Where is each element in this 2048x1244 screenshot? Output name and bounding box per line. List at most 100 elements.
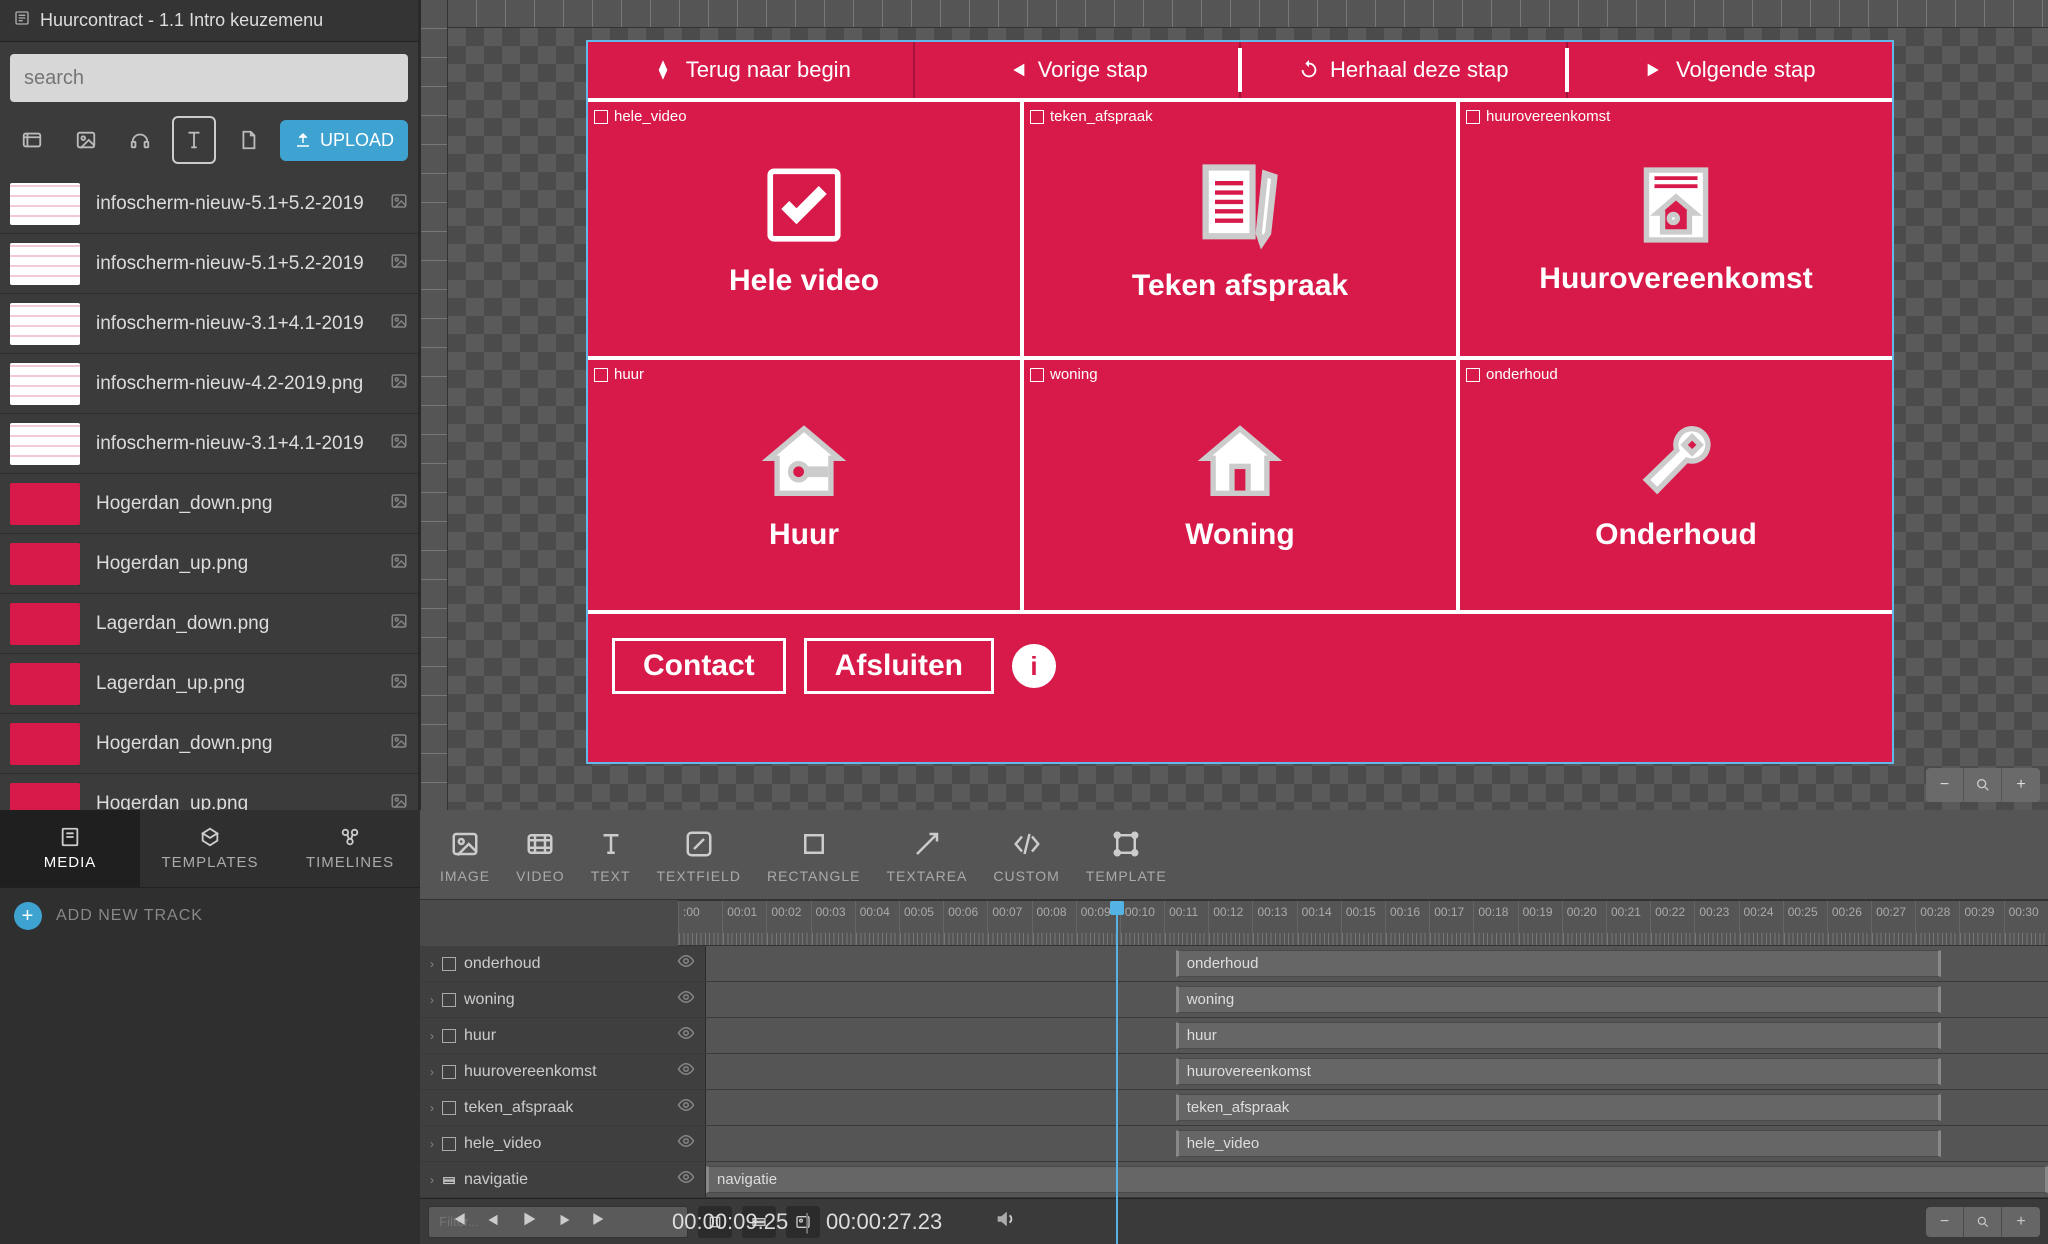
asset-name: infoscherm-nieuw-5.1+5.2-2019	[96, 193, 384, 215]
clip[interactable]: onderhoud	[1176, 950, 1941, 977]
tab-media[interactable]: MEDIA	[0, 810, 140, 887]
zoom-out-button[interactable]: −	[1926, 768, 1964, 802]
asset-name: infoscherm-nieuw-3.1+4.1-2019	[96, 433, 384, 455]
tl-zoom-out[interactable]: −	[1926, 1207, 1964, 1237]
track-head[interactable]: › huurovereenkomst	[420, 1054, 706, 1089]
track-head[interactable]: › teken_afspraak	[420, 1090, 706, 1125]
text-tab-icon[interactable]	[172, 116, 216, 164]
asset-item[interactable]: Hogerdan_up.png	[0, 534, 418, 594]
tool-template[interactable]: TEMPLATE	[1086, 826, 1167, 884]
asset-name: infoscherm-nieuw-5.1+5.2-2019	[96, 253, 384, 275]
info-icon[interactable]: i	[1012, 644, 1056, 688]
zoom-in-button[interactable]: +	[2002, 768, 2040, 802]
asset-item[interactable]: Lagerdan_down.png	[0, 594, 418, 654]
cell-onderhoud[interactable]: onderhoud Onderhoud	[1460, 360, 1892, 610]
volume-icon[interactable]	[994, 1208, 1016, 1236]
video-tab-icon[interactable]	[10, 116, 54, 164]
track-row[interactable]: › onderhoud onderhoud	[420, 946, 2048, 982]
track-head[interactable]: › onderhoud	[420, 946, 706, 981]
nav-begin[interactable]: Terug naar begin	[588, 42, 915, 98]
cell-huur[interactable]: huur Huur	[588, 360, 1024, 610]
asset-item[interactable]: infoscherm-nieuw-5.1+5.2-2019	[0, 234, 418, 294]
clip[interactable]: huurovereenkomst	[1176, 1058, 1941, 1085]
eye-icon[interactable]	[677, 1060, 695, 1083]
track-row[interactable]: › navigatie navigatie	[420, 1162, 2048, 1198]
eye-icon[interactable]	[677, 1168, 695, 1191]
chevron-right-icon: ›	[430, 1173, 434, 1187]
clip[interactable]: hele_video	[1176, 1130, 1941, 1157]
track-row[interactable]: › hele_video hele_video	[420, 1126, 2048, 1162]
time-total: 00:00:27.23	[826, 1209, 942, 1235]
step-fwd-button[interactable]	[556, 1209, 574, 1235]
track-row[interactable]: › woning woning	[420, 982, 2048, 1018]
close-button[interactable]: Afsluiten	[804, 638, 994, 694]
tool-textfield[interactable]: TEXTFIELD	[656, 826, 740, 884]
tl-zoom-in[interactable]: +	[2002, 1207, 2040, 1237]
nav-next[interactable]: Volgende stap	[1568, 42, 1893, 98]
clip[interactable]: navigatie	[706, 1166, 2048, 1193]
track-name: onderhoud	[464, 955, 541, 973]
nav-repeat[interactable]: Herhaal deze stap	[1241, 42, 1568, 98]
track-head[interactable]: › woning	[420, 982, 706, 1017]
playhead[interactable]	[1116, 901, 1118, 1244]
play-button[interactable]	[518, 1208, 540, 1236]
track-head[interactable]: › hele_video	[420, 1126, 706, 1161]
eye-icon[interactable]	[677, 1024, 695, 1047]
upload-button[interactable]: UPLOAD	[280, 120, 408, 161]
cell-hele-video[interactable]: hele_video Hele video	[588, 102, 1024, 356]
track-row[interactable]: › teken_afspraak teken_afspraak	[420, 1090, 2048, 1126]
asset-item[interactable]: infoscherm-nieuw-5.1+5.2-2019	[0, 174, 418, 234]
horizontal-ruler	[448, 0, 2048, 28]
track-head[interactable]: › huur	[420, 1018, 706, 1053]
chevron-right-icon: ›	[430, 957, 434, 971]
tool-image[interactable]: IMAGE	[440, 826, 490, 884]
doc-tab-icon[interactable]	[226, 116, 270, 164]
cell-woning[interactable]: woning Woning	[1024, 360, 1460, 610]
tool-textarea[interactable]: TEXTAREA	[887, 826, 968, 884]
asset-list[interactable]: infoscherm-nieuw-5.1+5.2-2019 infoscherm…	[0, 174, 418, 810]
asset-item[interactable]: Hogerdan_up.png	[0, 774, 418, 810]
track-row[interactable]: › huurovereenkomst huurovereenkomst	[420, 1054, 2048, 1090]
clip[interactable]: woning	[1176, 986, 1941, 1013]
asset-item[interactable]: infoscherm-nieuw-4.2-2019.png	[0, 354, 418, 414]
asset-item[interactable]: Hogerdan_down.png	[0, 474, 418, 534]
clip[interactable]: huur	[1176, 1022, 1941, 1049]
go-start-button[interactable]	[448, 1209, 468, 1235]
cell-huurovereenkomst[interactable]: huurovereenkomst Huurovereenkomst	[1460, 102, 1892, 356]
eye-icon[interactable]	[677, 1132, 695, 1155]
tool-rectangle[interactable]: RECTANGLE	[767, 826, 861, 884]
go-end-button[interactable]	[590, 1209, 610, 1235]
zoom-fit-button[interactable]	[1964, 768, 2002, 802]
clip[interactable]: teken_afspraak	[1176, 1094, 1941, 1121]
tool-text[interactable]: TEXT	[591, 826, 631, 884]
tab-templates[interactable]: TEMPLATES	[140, 810, 280, 887]
track-name: huur	[464, 1027, 496, 1045]
asset-item[interactable]: Hogerdan_down.png	[0, 714, 418, 774]
audio-tab-icon[interactable]	[118, 116, 162, 164]
nav-prev[interactable]: Vorige stap	[915, 42, 1242, 98]
search-input[interactable]	[10, 54, 408, 102]
add-track-button[interactable]: + ADD NEW TRACK	[0, 888, 420, 944]
stage-canvas[interactable]: Terug naar begin Vorige stap Herhaal dez…	[588, 42, 1892, 762]
image-tab-icon[interactable]	[64, 116, 108, 164]
cell-teken-afspraak[interactable]: teken_afspraak Teken afspraak	[1024, 102, 1460, 356]
eye-icon[interactable]	[677, 1096, 695, 1119]
tracks-area[interactable]: › onderhoud onderhoud › woning woning › …	[420, 946, 2048, 1198]
contact-button[interactable]: Contact	[612, 638, 786, 694]
asset-item[interactable]: infoscherm-nieuw-3.1+4.1-2019	[0, 294, 418, 354]
track-row[interactable]: › huur huur	[420, 1018, 2048, 1054]
track-head[interactable]: › navigatie	[420, 1162, 706, 1197]
asset-item[interactable]: Lagerdan_up.png	[0, 654, 418, 714]
eye-icon[interactable]	[677, 988, 695, 1011]
step-back-button[interactable]	[484, 1209, 502, 1235]
asset-item[interactable]: infoscherm-nieuw-3.1+4.1-2019	[0, 414, 418, 474]
stage-area[interactable]: Terug naar begin Vorige stap Herhaal dez…	[448, 28, 2048, 810]
tool-custom[interactable]: CUSTOM	[993, 826, 1059, 884]
asset-thumb	[10, 243, 80, 285]
time-ruler[interactable]: :0000:0100:0200:0300:0400:0500:0600:0700…	[678, 900, 2048, 946]
asset-thumb	[10, 783, 80, 811]
tab-timelines[interactable]: TIMELINES	[280, 810, 420, 887]
tl-zoom-fit[interactable]	[1964, 1207, 2002, 1237]
eye-icon[interactable]	[677, 952, 695, 975]
tool-video[interactable]: VIDEO	[516, 826, 565, 884]
